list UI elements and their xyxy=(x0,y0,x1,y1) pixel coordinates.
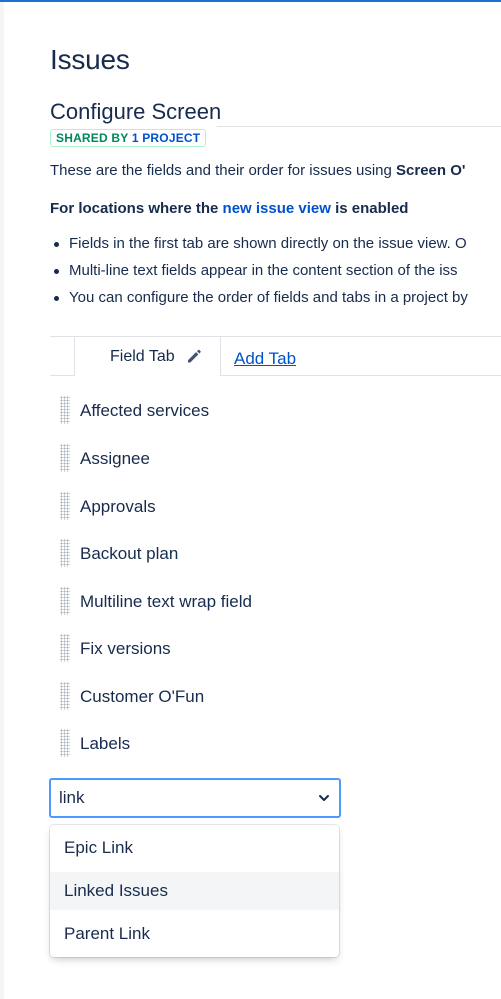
field-label: Customer O'Fun xyxy=(80,687,205,706)
field-label: Fix versions xyxy=(80,639,171,658)
drag-handle-icon[interactable] xyxy=(60,634,70,662)
drag-handle-icon[interactable] xyxy=(60,444,70,472)
locations-heading-before: For locations where the xyxy=(50,200,223,217)
field-label: Affected services xyxy=(80,401,210,420)
bullet-icon xyxy=(54,242,59,247)
field-row[interactable]: Fix versions xyxy=(50,632,500,672)
tab-field-tab[interactable]: Field Tab xyxy=(74,337,221,376)
list-item: Fields in the first tab are shown direct… xyxy=(50,234,468,261)
section-divider xyxy=(217,126,501,127)
pencil-icon[interactable] xyxy=(185,347,203,365)
locations-heading: For locations where the new issue view i… xyxy=(50,200,408,217)
section-title: Configure Screen xyxy=(50,99,222,124)
drag-handle-icon[interactable] xyxy=(60,682,70,710)
bullet-icon xyxy=(54,296,59,301)
locations-heading-after: is enabled xyxy=(330,200,409,217)
field-label: Approvals xyxy=(80,497,156,516)
description-text: These are the fields and their order for… xyxy=(50,162,397,179)
tab-label: Field Tab xyxy=(110,348,175,365)
menu-item-linked-issues[interactable]: Linked Issues xyxy=(50,872,339,910)
new-issue-view-link[interactable]: new issue view xyxy=(223,200,331,217)
badge-projects-link[interactable]: 1 PROJECT xyxy=(132,131,201,145)
bullet-text: You can configure the order of fields an… xyxy=(69,289,468,306)
info-bullet-list: Fields in the first tab are shown direct… xyxy=(50,234,468,315)
bullet-text: Fields in the first tab are shown direct… xyxy=(69,235,467,252)
field-label: Backout plan xyxy=(80,544,179,563)
menu-item-epic-link[interactable]: Epic Link xyxy=(50,829,339,867)
field-label: Labels xyxy=(80,734,131,753)
field-row[interactable]: Backout plan xyxy=(50,537,500,577)
field-row[interactable]: Approvals xyxy=(50,490,500,530)
page-title: Issues xyxy=(50,44,130,75)
top-accent-bar xyxy=(0,0,501,2)
drag-handle-icon[interactable] xyxy=(60,396,70,424)
list-item: You can configure the order of fields an… xyxy=(50,288,468,315)
add-tab-link[interactable]: Add Tab xyxy=(234,349,296,369)
drag-handle-icon[interactable] xyxy=(60,492,70,520)
bullet-text: Multi-line text fields appear in the con… xyxy=(69,262,458,279)
add-field-search-input[interactable] xyxy=(59,787,299,809)
field-row[interactable]: Assignee xyxy=(50,442,500,482)
add-field-dropdown-menu: Epic Link Linked Issues Parent Link xyxy=(50,825,339,957)
menu-item-parent-link[interactable]: Parent Link xyxy=(50,915,339,953)
chevron-down-icon[interactable] xyxy=(317,791,331,805)
bullet-icon xyxy=(54,269,59,274)
field-row[interactable]: Multiline text wrap field xyxy=(50,585,500,625)
left-border xyxy=(0,2,4,999)
screen-name: Screen O' xyxy=(396,162,466,179)
badge-prefix: SHARED BY xyxy=(56,131,129,145)
field-label: Multiline text wrap field xyxy=(80,592,252,611)
shared-projects-badge[interactable]: SHARED BY 1 PROJECT xyxy=(50,129,207,147)
field-row[interactable]: Affected services xyxy=(50,394,500,434)
field-row[interactable]: Labels xyxy=(50,727,500,767)
list-item: Multi-line text fields appear in the con… xyxy=(50,261,468,288)
drag-handle-icon[interactable] xyxy=(60,587,70,615)
drag-handle-icon[interactable] xyxy=(60,729,70,757)
add-field-select[interactable] xyxy=(49,778,341,818)
screen-description: These are the fields and their order for… xyxy=(50,162,465,179)
field-row[interactable]: Customer O'Fun xyxy=(50,680,500,720)
drag-handle-icon[interactable] xyxy=(60,539,70,567)
field-label: Assignee xyxy=(80,449,150,468)
